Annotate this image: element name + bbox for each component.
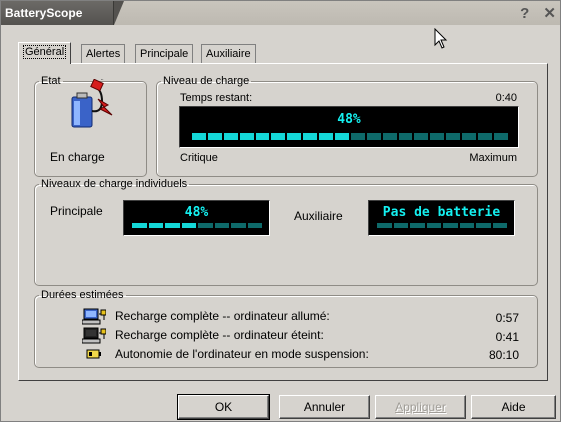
auxiliaire-segment: [443, 223, 458, 228]
ok-button[interactable]: OK: [177, 394, 270, 420]
principale-segment: [231, 223, 246, 228]
auxiliaire-bar: [377, 223, 507, 228]
mouse-cursor-icon: [434, 28, 448, 49]
main-charge-segment: [271, 133, 286, 140]
duree-row-1-label: Recharge complète -- ordinateur allumé:: [115, 309, 330, 323]
auxiliaire-segment: [459, 223, 474, 228]
auxiliaire-segment: [410, 223, 425, 228]
main-charge-segment: [239, 133, 254, 140]
main-charge-segment: [398, 133, 413, 140]
main-charge-segment: [319, 133, 334, 140]
niveau-charge-legend: Niveau de charge: [163, 75, 250, 87]
main-charge-segment: [287, 133, 302, 140]
computer-off-icon: [82, 327, 106, 344]
close-title-button[interactable]: ✕: [543, 5, 556, 22]
etat-status: En charge: [50, 150, 105, 164]
duree-row-2-value: 0:41: [495, 330, 519, 344]
main-charge-segment: [366, 133, 381, 140]
durees-estimees-legend: Durées estimées: [41, 289, 124, 301]
duree-row-3-label: Autonomie de l'ordinateur en mode suspen…: [115, 347, 369, 361]
main-charge-segment: [430, 133, 445, 140]
main-charge-segment: [493, 133, 508, 140]
main-charge-bar: [192, 133, 508, 140]
critique-label: Critique: [180, 152, 218, 164]
principale-segment: [181, 223, 196, 228]
batteryscope-window: BatteryScope ? ✕ Général Alertes Princip…: [0, 0, 561, 422]
duree-row-1-value: 0:57: [495, 311, 519, 325]
tab-auxiliaire[interactable]: Auxiliaire: [201, 44, 256, 63]
etat-legend: Etat: [41, 75, 61, 87]
main-charge-segment: [192, 133, 206, 140]
time-remaining-value: 0:40: [495, 92, 517, 104]
auxiliaire-status: Pas de batterie: [382, 205, 501, 220]
battery-plug-icon: [71, 79, 113, 128]
appliquer-button[interactable]: Appliquer: [375, 395, 466, 419]
principale-segment: [132, 223, 147, 228]
main-charge-segment: [478, 133, 492, 140]
main-charge-segment: [446, 133, 461, 140]
principale-bar: [132, 223, 262, 228]
principale-segment: [214, 223, 229, 228]
main-charge-segment: [303, 133, 318, 140]
principale-percent: 48%: [184, 205, 209, 220]
battery-icon: [86, 349, 101, 359]
tab-principale[interactable]: Principale: [135, 44, 194, 63]
title-bar[interactable]: BatteryScope ? ✕: [1, 1, 560, 25]
main-charge-segment: [350, 133, 365, 140]
main-charge-segment: [382, 133, 397, 140]
auxiliaire-segment: [492, 223, 507, 228]
main-charge-segment: [414, 133, 429, 140]
auxiliaire-segment: [476, 223, 491, 228]
duree-row-2-label: Recharge complète -- ordinateur éteint:: [115, 328, 324, 342]
principale-segment: [247, 223, 262, 228]
auxiliaire-label: Auxiliaire: [294, 209, 343, 223]
maximum-label: Maximum: [469, 152, 517, 164]
principale-segment: [148, 223, 163, 228]
tab-general[interactable]: Général: [18, 42, 72, 64]
main-charge-segment: [335, 133, 349, 140]
main-charge-segment: [255, 133, 270, 140]
main-charge-segment: [207, 133, 222, 140]
window-title: BatteryScope: [1, 1, 114, 25]
general-tab-panel: Etat En charge Niveau de charge Temps re…: [18, 63, 548, 381]
help-title-button[interactable]: ?: [520, 5, 529, 22]
principale-meter: 48%: [123, 200, 270, 236]
principale-segment: [165, 223, 180, 228]
tab-alertes[interactable]: Alertes: [81, 44, 126, 63]
main-charge-meter: 48%: [179, 106, 519, 148]
auxiliaire-segment: [426, 223, 441, 228]
auxiliaire-segment: [377, 223, 392, 228]
annuler-button[interactable]: Annuler: [279, 395, 370, 419]
aide-button[interactable]: Aide: [471, 395, 556, 419]
main-charge-percent: 48%: [337, 112, 361, 127]
auxiliaire-segment: [393, 223, 408, 228]
main-charge-segment: [462, 133, 477, 140]
time-remaining-label: Temps restant:: [180, 92, 253, 104]
principale-segment: [198, 223, 213, 228]
duree-row-3-value: 80:10: [488, 348, 519, 362]
auxiliaire-meter: Pas de batterie: [368, 200, 515, 236]
main-charge-segment: [223, 133, 238, 140]
niveaux-individuels-legend: Niveaux de charge individuels: [41, 178, 188, 190]
principale-label: Principale: [50, 204, 103, 218]
computer-on-icon: [82, 308, 106, 325]
